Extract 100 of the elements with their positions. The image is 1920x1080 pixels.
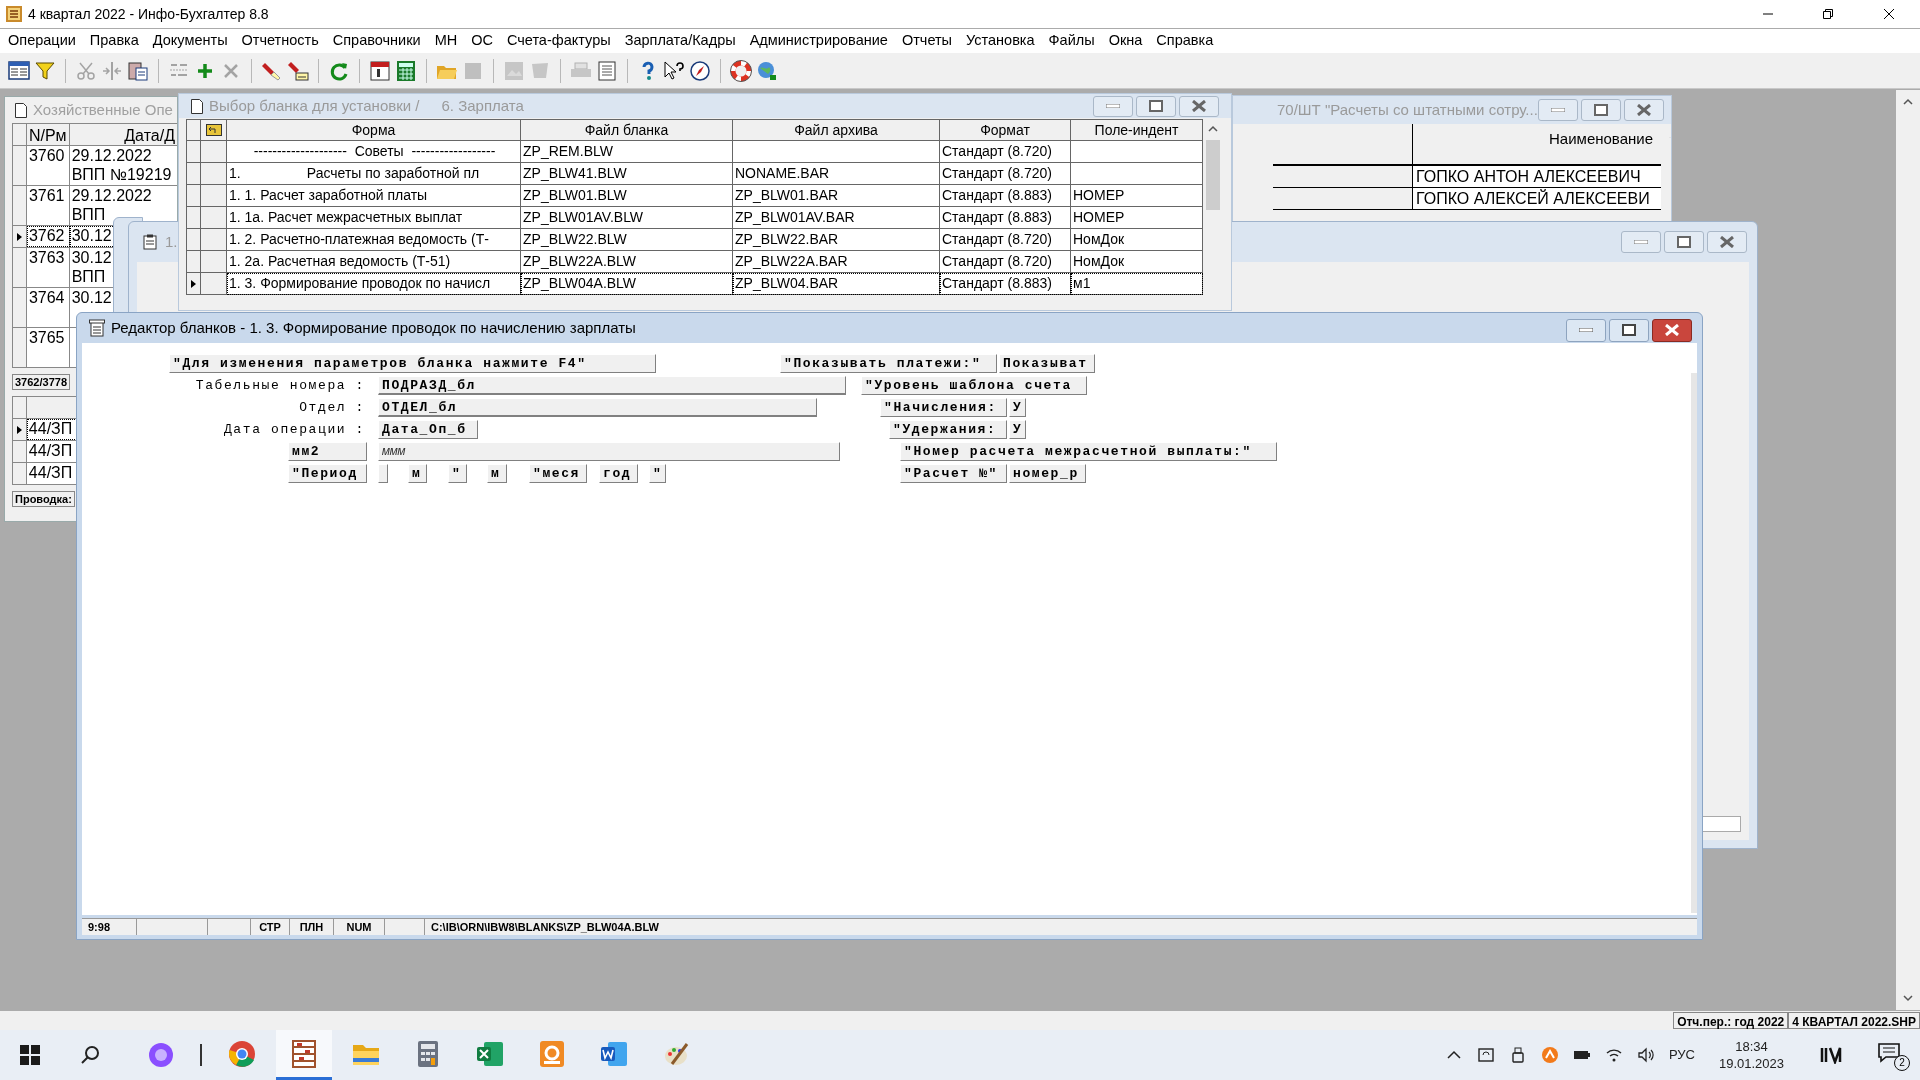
form-field[interactable]: "Расчет №" — [900, 464, 1007, 483]
notification-icon[interactable] — [1878, 1043, 1900, 1063]
clock-time[interactable]: 18:34 — [1735, 1038, 1768, 1055]
close-button[interactable] — [1652, 318, 1692, 342]
form-field[interactable]: "Уровень шаблона счета — [861, 376, 1087, 395]
grid-icon[interactable] — [8, 59, 30, 82]
filter-icon[interactable] — [34, 59, 56, 82]
volume-icon[interactable] — [1636, 1046, 1655, 1064]
marker-replace-icon[interactable] — [287, 59, 309, 82]
maximize-button[interactable] — [1580, 99, 1621, 121]
scrollbar[interactable] — [1896, 90, 1920, 1010]
table-cell-text: 30.12 — [70, 288, 113, 308]
menu-item[interactable]: Документы — [145, 30, 235, 52]
scroll-down-icon[interactable] — [1903, 995, 1913, 1002]
menu-item[interactable]: Окна — [1101, 30, 1150, 52]
input-field[interactable] — [1701, 816, 1741, 832]
document-icon[interactable] — [596, 59, 618, 82]
assistant-icon[interactable] — [148, 1042, 174, 1068]
maximize-button[interactable] — [1664, 231, 1704, 253]
cursor-help-icon[interactable] — [663, 59, 685, 82]
calendar-icon[interactable] — [369, 59, 391, 82]
table-cell: -------------------- Советы ------------------ — [227, 141, 521, 163]
antivirus-icon[interactable] — [1540, 1046, 1559, 1064]
scroll-up-icon[interactable] — [1903, 98, 1913, 105]
row-marker-icon — [191, 279, 196, 288]
form-field[interactable]: " — [448, 464, 467, 483]
table-cell: 3765 — [26, 328, 70, 367]
column-header[interactable]: Дата/Д — [69, 124, 177, 145]
minimize-icon — [1106, 104, 1120, 108]
scroll-up-icon[interactable] — [1208, 125, 1218, 132]
maximize-button[interactable] — [1136, 95, 1176, 117]
app-tray-icon[interactable] — [1820, 1046, 1842, 1064]
taskbar-button[interactable] — [276, 1030, 332, 1080]
form-field[interactable]: "Удержания: — [889, 420, 1007, 439]
form-field[interactable]: Дата_Оп_б — [378, 420, 478, 439]
menu-item[interactable]: Счета-фактуры — [499, 30, 618, 52]
form-field[interactable]: ПОДРАЗД_бл — [378, 376, 846, 395]
row-header[interactable] — [13, 419, 27, 440]
table-cell: НОМЕР — [1071, 207, 1203, 229]
restore-icon — [1823, 9, 1833, 19]
maximize-icon — [1677, 236, 1691, 248]
form-field[interactable]: " — [649, 464, 667, 483]
form-field[interactable]: "меся — [529, 464, 587, 483]
form-field[interactable]: м — [487, 464, 507, 483]
menu-item[interactable]: Операции — [1, 30, 83, 52]
window-title[interactable]: Редактор бланков - 1. 3. Формирование проводок по начислению зарплаты — [111, 316, 636, 340]
form-field[interactable]: "Показывать платежи:" — [780, 354, 997, 373]
form-field[interactable]: "Период — [288, 464, 367, 483]
form-field[interactable]: мм2 — [288, 442, 367, 461]
table-cell: 1. 2. Расчетно-платежная ведомость (Т- — [227, 229, 521, 251]
sync-icon[interactable] — [1476, 1046, 1495, 1064]
form-field[interactable]: год — [599, 464, 638, 483]
menu-item[interactable]: ОС — [464, 30, 500, 52]
lifebuoy-icon[interactable] — [730, 59, 752, 82]
form-field[interactable]: У — [1009, 420, 1027, 439]
scrollbar[interactable] — [1691, 373, 1697, 913]
folder-up-icon[interactable] — [205, 124, 222, 136]
form-field[interactable]: "Для изменения параметров бланка нажмите F4" — [169, 354, 656, 373]
menu-item[interactable]: МН — [427, 30, 465, 52]
close-button[interactable] — [1179, 95, 1219, 117]
row-header[interactable] — [187, 273, 201, 295]
calculator-icon[interactable] — [395, 59, 417, 82]
form-field[interactable] — [378, 464, 388, 483]
menu-item[interactable]: Администрирование — [742, 30, 895, 52]
table-cell: ZP_BLW22A.BLW — [521, 251, 733, 273]
menu-item[interactable]: Отчеты — [894, 30, 960, 52]
status-cell: NUM — [334, 919, 385, 935]
menu-item[interactable]: Отчетность — [234, 30, 326, 52]
start-icon[interactable] — [20, 1045, 40, 1065]
language-indicator[interactable]: РУС — [1668, 1045, 1695, 1065]
close-icon — [1192, 100, 1206, 112]
browser-icon — [228, 1039, 256, 1068]
globe-icon[interactable] — [756, 59, 778, 82]
form-field[interactable]: У — [1009, 398, 1027, 417]
row-header[interactable] — [13, 226, 27, 247]
formula-field[interactable]: ммм — [378, 442, 840, 461]
menu-item[interactable]: Справка — [1149, 30, 1221, 52]
form-field[interactable]: номер_р — [1009, 464, 1086, 483]
menu-item[interactable]: Зарплата/Кадры — [617, 30, 743, 52]
menu-item[interactable]: Правка — [82, 30, 146, 52]
search-icon[interactable] — [80, 1045, 100, 1065]
close-button[interactable] — [1623, 99, 1664, 121]
column-header[interactable]: N/Pм — [26, 124, 70, 145]
table-cell: ZP_REM.BLW — [521, 141, 733, 163]
form-field[interactable]: "Начисления: — [880, 398, 1007, 417]
form-field[interactable]: ОТДЕЛ_бл — [378, 398, 817, 417]
column-header[interactable]: Наименование — [1413, 124, 1661, 164]
clock-date[interactable]: 19.01.2023 — [1718, 1055, 1784, 1072]
form-field[interactable]: м — [408, 464, 427, 483]
menu-item[interactable]: Файлы — [1041, 30, 1102, 52]
form-field[interactable]: Показыват — [999, 354, 1095, 373]
compass-icon[interactable] — [689, 59, 711, 82]
scroll-thumb[interactable] — [1206, 140, 1220, 210]
maximize-button[interactable] — [1609, 318, 1649, 342]
form-field[interactable]: "Номер расчета межрасчетной выплаты:" — [900, 442, 1277, 461]
clipboard-icon[interactable] — [127, 59, 149, 82]
menu-item[interactable]: Установка — [959, 30, 1042, 52]
menu-item[interactable]: Справочники — [325, 30, 428, 52]
close-button[interactable] — [1707, 231, 1747, 253]
table-cell: ZP_BLW04A.BLW — [521, 273, 733, 295]
